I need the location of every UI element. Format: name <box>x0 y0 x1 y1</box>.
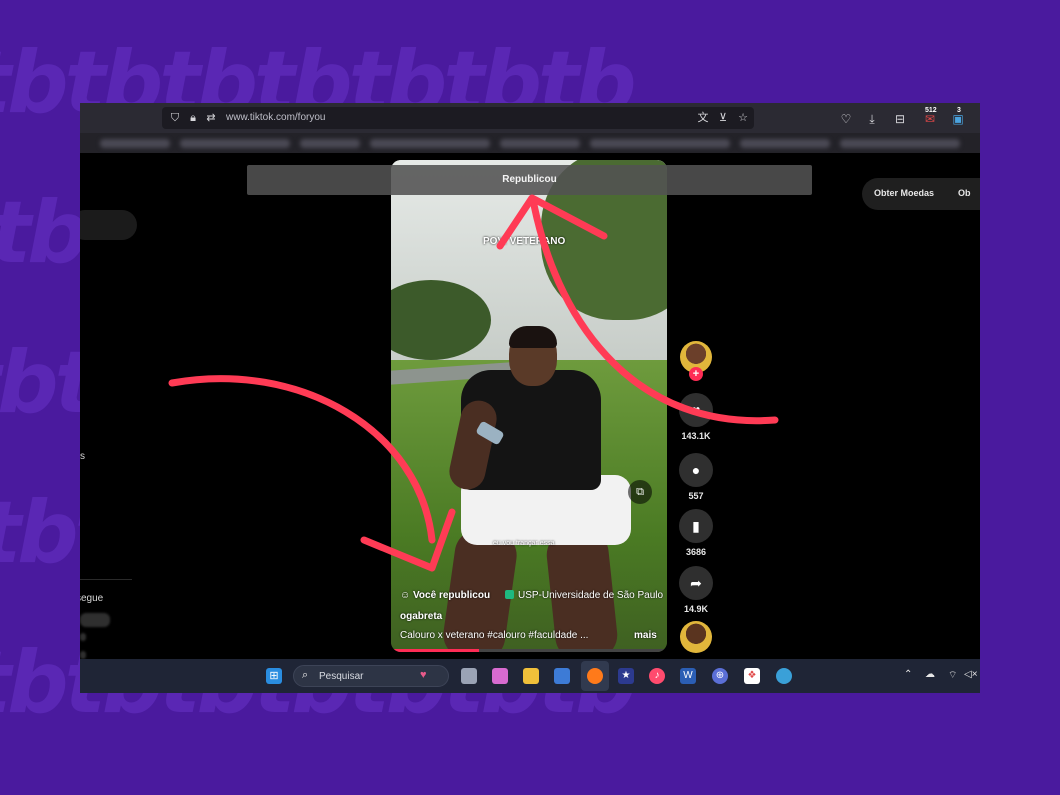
comment-count: 557 <box>688 491 704 501</box>
coins-label: Obter Moedas <box>874 188 935 198</box>
taskbar-search[interactable]: ⌕ Pesquisar ♥ <box>293 665 449 687</box>
windows-start-icon[interactable]: ⊞ <box>266 668 282 684</box>
store-icon[interactable] <box>554 668 570 684</box>
shield-icon[interactable]: ⛉ <box>168 111 182 125</box>
search-highlight-icon: ♥ <box>420 669 427 681</box>
sidebar-item-blurred[interactable] <box>80 633 86 641</box>
pocket-icon[interactable]: ♡ <box>838 111 854 127</box>
video-player[interactable]: POV: VETERANO eu vou trançar essa ⧉ ☺ Vo… <box>391 160 667 652</box>
browser-toolbar: ⛉ 🔒︎ ⇄ www.tiktok.com/foryou 文 ⊻ ☆ ♡ ⤓ ⊟… <box>80 103 980 133</box>
more-button[interactable]: mais <box>634 630 657 641</box>
like-count: 143.1K <box>681 431 711 441</box>
get-coins-button[interactable]: Obter Moedas Ob <box>862 178 980 210</box>
like-button[interactable]: ♥ <box>679 393 713 427</box>
save-button[interactable]: ▮ <box>679 509 713 543</box>
sidebar-divider <box>80 579 132 580</box>
ext-badge: 3 <box>957 107 961 114</box>
location-icon <box>505 590 514 599</box>
taskbar-search-placeholder: Pesquisar <box>319 671 364 682</box>
search-icon: ⌕ <box>302 669 309 681</box>
video-description: Calouro x veterano #calouro #faculdade .… <box>400 630 589 641</box>
reposted-label[interactable]: ☺ Você republicou <box>400 590 490 601</box>
translate-icon[interactable]: 文 <box>696 111 710 125</box>
share-button[interactable]: ➦ <box>679 566 713 600</box>
sidebar-item-blurred[interactable] <box>80 613 110 627</box>
mail-badge: 512 <box>925 107 937 114</box>
reposted-banner: Republicou <box>247 165 812 195</box>
comment-icon: ● <box>691 462 701 478</box>
bookmark-star-icon[interactable]: ☆ <box>736 111 750 125</box>
next-creator-avatar[interactable] <box>680 621 712 653</box>
share-count: 14.9K <box>683 604 709 614</box>
picture-in-picture-icon[interactable]: ⧉ <box>628 480 652 504</box>
volume-icon[interactable]: ◁× <box>964 669 978 680</box>
follow-plus-icon[interactable]: + <box>689 367 703 381</box>
extension-icon[interactable]: ⊟ <box>892 111 908 127</box>
lock-icon[interactable]: 🔒︎ <box>186 111 200 125</box>
heart-icon: ♥ <box>691 402 701 418</box>
sidebar-following-label: segue <box>80 593 104 604</box>
video-overlay-text: POV: VETERANO <box>483 236 566 247</box>
video-progress[interactable] <box>391 649 667 652</box>
globe-icon[interactable]: ⊕ <box>712 668 728 684</box>
permissions-icon[interactable]: ⇄ <box>204 111 218 125</box>
video-author[interactable]: ogabreta <box>400 611 442 622</box>
comment-button[interactable]: ● <box>679 453 713 487</box>
windows-taskbar: ⊞ ⌕ Pesquisar ♥ ★ ♪ W ⊕ ❖ ⌃ ☁ ⌔ ◁× <box>80 659 980 693</box>
sidebar-text-s: s <box>80 451 85 462</box>
cloud-icon[interactable]: ☁ <box>925 669 935 680</box>
video-subtitle: eu vou trançar essa <box>493 540 555 547</box>
bookmarks-bar <box>80 133 980 153</box>
sidebar-item-blurred[interactable] <box>80 651 86 659</box>
location-tag[interactable]: USP-Universidade de São Paulo <box>505 590 663 601</box>
video-progress-fill <box>391 649 480 652</box>
photos-icon[interactable]: ❖ <box>744 668 760 684</box>
tray-chevron-icon[interactable]: ⌃ <box>904 669 912 680</box>
save-count: 3686 <box>685 547 707 557</box>
screenshot: ⛉ 🔒︎ ⇄ www.tiktok.com/foryou 文 ⊻ ☆ ♡ ⤓ ⊟… <box>80 103 980 693</box>
download-icon[interactable]: ⤓ <box>864 111 880 127</box>
wifi-icon[interactable]: ⌔ <box>948 669 957 682</box>
task-view-icon[interactable] <box>461 668 477 684</box>
word-icon[interactable]: W <box>680 668 696 684</box>
firefox-icon[interactable] <box>587 668 603 684</box>
search-pill[interactable] <box>80 210 137 240</box>
repost-icon: ☺ <box>400 590 411 601</box>
share-icon: ➦ <box>690 575 702 591</box>
coins-label-2: Ob <box>958 188 971 198</box>
copilot-icon[interactable] <box>492 668 508 684</box>
edge-icon[interactable] <box>776 668 792 684</box>
url-text[interactable]: www.tiktok.com/foryou <box>226 112 325 123</box>
address-bar[interactable]: ⛉ 🔒︎ ⇄ www.tiktok.com/foryou 文 ⊻ ☆ <box>162 107 754 129</box>
bookmark-icon: ▮ <box>692 518 700 534</box>
reader-icon[interactable]: ⊻ <box>716 111 730 125</box>
app-star-icon[interactable]: ★ <box>618 668 634 684</box>
music-icon[interactable]: ♪ <box>649 668 665 684</box>
file-explorer-icon[interactable] <box>523 668 539 684</box>
